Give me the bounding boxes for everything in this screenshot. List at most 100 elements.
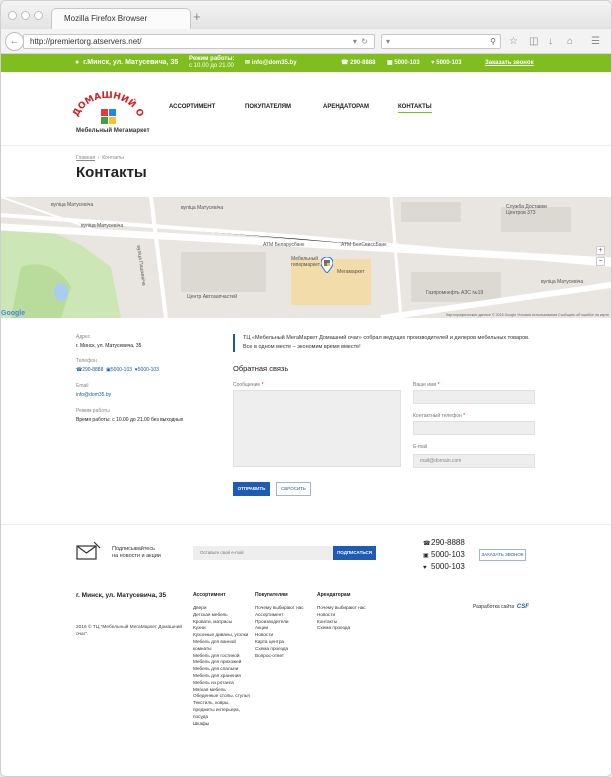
reset-button[interactable]: СБРОСИТЬ (276, 482, 311, 496)
location-pin-icon[interactable] (321, 257, 333, 273)
home-icon[interactable]: ⌂ (567, 37, 573, 47)
map-place-delivery: Служба Доставки Центров 373 (506, 204, 547, 216)
feedback-title: Обратная связь (233, 364, 289, 373)
menu-tenants[interactable]: АРЕНДАТОРАМ (323, 104, 369, 110)
url-bar[interactable]: http://premiertorg.atservers.net/ ▾ ↻ (23, 34, 375, 49)
phone-field-label-text: Контактный телефон (413, 413, 462, 419)
footer-link[interactable]: Двери (193, 605, 251, 612)
footer-link[interactable]: Обеденные столы, стулья (193, 693, 251, 700)
submit-button[interactable]: ОТПРАВИТЬ (233, 482, 270, 496)
browser-tab[interactable]: Mozilla Firefox Browser (51, 8, 191, 29)
menu-contacts[interactable]: КОНТАКТЫ (398, 104, 432, 113)
footer-phone-1[interactable]: ☎290-8888 (423, 538, 465, 547)
url-text: http://premiertorg.atservers.net/ (30, 37, 142, 46)
footer-link[interactable]: Вопрос-ответ (255, 653, 313, 660)
phone-input[interactable] (413, 421, 535, 435)
topbar-phone-2[interactable]: ▣ 5000-103 (387, 54, 420, 72)
topbar-email[interactable]: ✉ info@dom35.by (245, 54, 297, 72)
star-icon[interactable]: ☆ (509, 37, 518, 47)
subscribe-line-2: на новости и акции (112, 553, 161, 559)
menu-assortment[interactable]: АССОРТИМЕНТ (169, 104, 215, 110)
zoom-in-button[interactable]: + (596, 246, 605, 255)
zoom-out-button[interactable]: − (596, 257, 605, 266)
subscribe-line-1: Подписывайтесь (112, 546, 155, 552)
footer-link[interactable]: Кухонные диваны, уголки (193, 632, 251, 639)
topbar-phone-1[interactable]: ☎ 290-8888 (341, 54, 376, 72)
footer-link[interactable]: Схема проезда (317, 625, 375, 632)
developer-credit[interactable]: Разработка сайта CSF (473, 604, 529, 610)
google-map[interactable]: вуліца Матусевіча вуліца Матусевіча вулі… (1, 197, 611, 318)
menu-icon[interactable]: ☰ (591, 37, 600, 47)
footer-link[interactable]: Почему выбирают нас (317, 605, 375, 612)
footer-link[interactable]: Мебель для спальни (193, 666, 251, 673)
phone-1[interactable]: 290-8888 (82, 367, 103, 373)
breadcrumb-home[interactable]: Главная (76, 155, 95, 161)
message-textarea[interactable] (233, 390, 401, 467)
header-divider (1, 145, 611, 146)
footer-link[interactable]: Схема проезда (255, 646, 313, 653)
name-label-text: Ваше имя (413, 382, 437, 388)
topbar-phone-3[interactable]: ♥ 5000-103 (431, 54, 462, 72)
download-icon[interactable]: ↓ (548, 37, 553, 47)
topbar-address-text: г.Минск, ул. Матусевича, 35 (83, 59, 179, 66)
page-title: Контакты (76, 164, 147, 181)
footer-link[interactable]: Мягкая мебель (193, 687, 251, 694)
hours-label: Режим работы (76, 408, 110, 414)
footer-link[interactable]: Мебель из ротанга (193, 680, 251, 687)
topbar-hours-value: с 10.00 до 21.00 (189, 63, 234, 69)
back-arrow-icon[interactable]: ← (5, 32, 24, 51)
footer-link[interactable]: Кухни (193, 625, 251, 632)
footer-phone-2[interactable]: ▣ 5000-103 (423, 550, 465, 559)
footer-link[interactable]: Контакты (317, 619, 375, 626)
footer-link[interactable]: Шкафы (193, 721, 251, 728)
maximize-window-button[interactable] (34, 11, 43, 20)
minimize-window-button[interactable] (21, 11, 30, 20)
footer-copyright: 2016 © ТЦ "Мебельный МегаМаркет Домашний… (76, 625, 183, 637)
footer-link[interactable]: Мебель для ванной комнаты (193, 639, 251, 653)
menu-buyers[interactable]: ПОКУПАТЕЛЯМ (245, 104, 291, 110)
footer-col-assortment: Двери Детская мебель Кровати, матрасы Ку… (193, 605, 251, 727)
footer-callback-button[interactable]: ЗАКАЗАТЬ ЗВОНОК (479, 549, 526, 561)
reload-icon[interactable]: ▾ ↻ (353, 35, 368, 48)
phone-2[interactable]: 5000-103 (111, 367, 132, 373)
subscribe-button[interactable]: ПОДПИСАТЬСЯ (333, 546, 376, 560)
search-bar[interactable]: ▾ ⚲ (381, 34, 501, 49)
footer-col-buyers: Почему выбирают нас Ассортимент Производ… (255, 605, 313, 659)
clipboard-icon[interactable]: ◫ (529, 37, 538, 47)
viber-icon: ▣ (423, 553, 429, 559)
topbar-phone-3-text: 5000-103 (436, 60, 462, 66)
footer-link[interactable]: Текстиль, ковры, предметы интерьера, пос… (193, 700, 251, 720)
breadcrumb-current: Контакты (102, 155, 124, 161)
footer-link[interactable]: Мебель для прихожей (193, 659, 251, 666)
logo-subtitle: Мебельный Мегамаркет (76, 128, 150, 134)
footer-link[interactable]: Почему выбирают нас (255, 605, 313, 612)
footer-link[interactable]: Детская мебель (193, 612, 251, 619)
topbar-callback-link[interactable]: Заказать звонок (485, 54, 534, 72)
footer-phone-3-text: 5000-103 (431, 562, 465, 571)
footer-link[interactable]: Ассортимент (255, 612, 313, 619)
footer-link[interactable]: Кровати, матрасы (193, 619, 251, 626)
message-label: Сообщение * (233, 382, 264, 388)
close-window-button[interactable] (8, 11, 17, 20)
phone-field-label: Контактный телефон * (413, 413, 466, 419)
address-label: Адрес (76, 334, 91, 340)
footer-col-tenants: Почему выбирают нас Новости Контакты Схе… (317, 605, 375, 632)
browser-window: Mozilla Firefox Browser + ← http://premi… (0, 0, 612, 777)
footer-link[interactable]: Акции (255, 625, 313, 632)
name-input[interactable] (413, 390, 535, 404)
phone-3[interactable]: 5000-103 (138, 367, 159, 373)
footer-phone-3[interactable]: ♥ 5000-103 (423, 562, 465, 571)
email-link[interactable]: info@dom35.by (76, 392, 111, 398)
search-icon[interactable]: ⚲ (490, 35, 496, 48)
email-input[interactable]: mail@domain.com (413, 454, 535, 468)
footer-link[interactable]: Новости (255, 632, 313, 639)
street-label-2: вуліца Матусевіча (181, 205, 224, 211)
subscribe-email-input[interactable] (193, 546, 333, 560)
breadcrumb: Главная › Контакты (76, 155, 124, 161)
footer-link[interactable]: Мебель для хранения (193, 673, 251, 680)
footer-link[interactable]: Производители (255, 619, 313, 626)
footer-link[interactable]: Новости (317, 612, 375, 619)
footer-link[interactable]: Карта центра (255, 639, 313, 646)
new-tab-icon[interactable]: + (193, 9, 201, 25)
footer-phone-1-text: 290-8888 (431, 538, 465, 547)
